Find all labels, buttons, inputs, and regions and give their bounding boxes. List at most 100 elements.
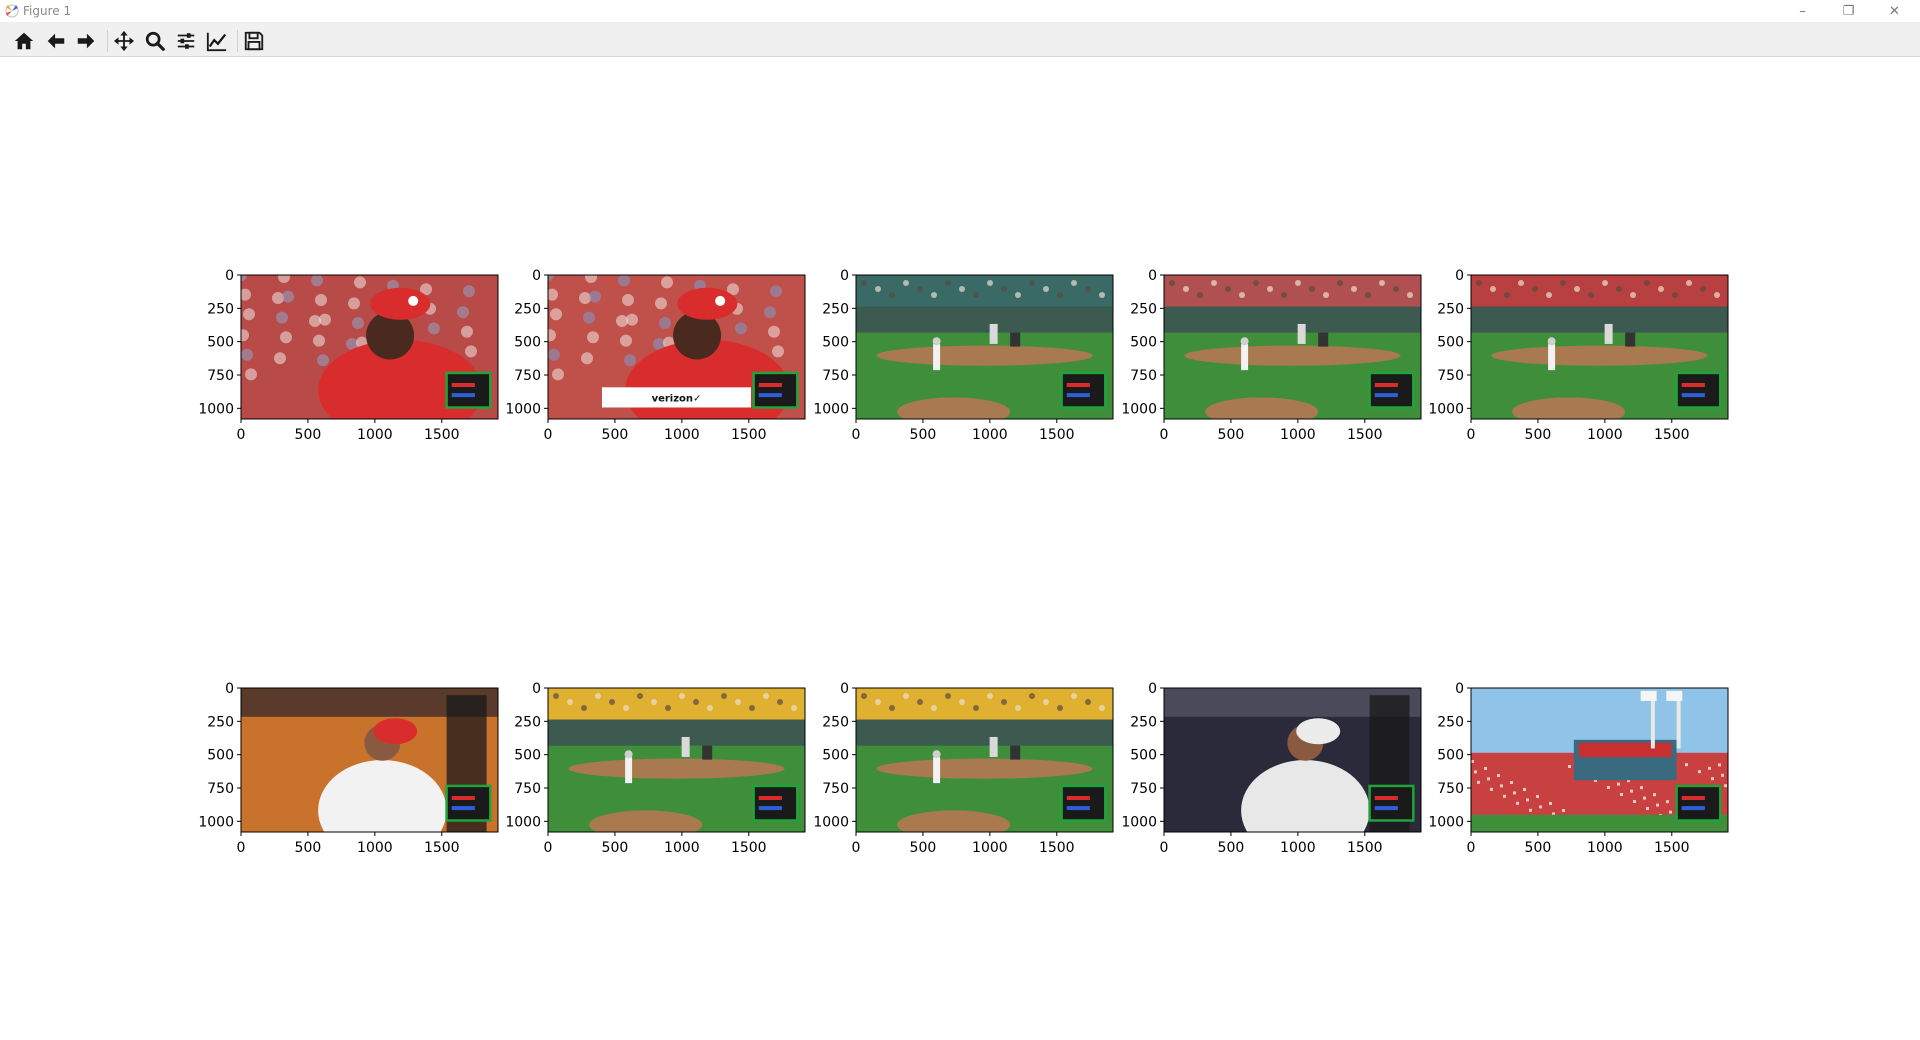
save-button[interactable] (241, 28, 267, 54)
y-tick-label: 250 (1437, 301, 1464, 317)
score-bug-box (1368, 784, 1415, 822)
score-bug-box (752, 784, 799, 822)
y-tick-label: 0 (840, 268, 849, 284)
x-tick-label: 1000 (1280, 840, 1316, 856)
y-tick-label: 750 (1437, 781, 1464, 797)
x-tick-label: 1500 (1347, 840, 1383, 856)
x-tick-label: 1000 (972, 427, 1008, 443)
y-tick-label: 0 (840, 681, 849, 697)
x-tick-label: 0 (237, 840, 246, 856)
y-tick-label: 1000 (1428, 401, 1464, 417)
score-bug-box (1675, 371, 1722, 409)
frame-image (548, 688, 805, 832)
y-tick-label: 0 (225, 268, 234, 284)
forward-button[interactable] (73, 28, 99, 54)
y-tick-label: 250 (1130, 301, 1157, 317)
x-tick-label: 1500 (1654, 840, 1690, 856)
frame-image (1164, 275, 1421, 419)
score-bug-box (1060, 371, 1107, 409)
x-tick-label: 0 (1467, 840, 1476, 856)
y-tick-label: 750 (822, 368, 849, 384)
y-tick-label: 750 (1437, 368, 1464, 384)
image-axes-2[interactable]: verizon✓025050075010000 500 1000 1500 (505, 268, 806, 443)
frame-image (1164, 688, 1421, 832)
frame-image (1471, 688, 1728, 832)
frame-image (856, 275, 1113, 419)
sliders-icon (177, 33, 195, 49)
x-tick-label: 0 (852, 840, 861, 856)
image-axes-7[interactable]: 025050075010000 500 1000 1500 (505, 681, 806, 856)
matplotlib-logo-icon (5, 4, 19, 18)
image-axes-4[interactable]: 025050075010000 500 1000 1500 (1121, 268, 1422, 443)
image-axes-5[interactable]: 025050075010000 500 1000 1500 (1428, 268, 1729, 443)
minimize-button[interactable]: – (1780, 0, 1825, 22)
image-axes-9[interactable]: 025050075010000 500 1000 1500 (1121, 681, 1422, 861)
x-tick-label: 1000 (1587, 840, 1623, 856)
image-axes-8[interactable]: 025050075010000 500 1000 1500 (813, 681, 1114, 856)
y-tick-label: 750 (207, 368, 234, 384)
y-tick-label: 250 (822, 301, 849, 317)
image-axes-6[interactable]: 025050075010000 500 1000 1500 (198, 681, 499, 861)
x-tick-label: 500 (910, 427, 937, 443)
x-tick-label: 0 (852, 427, 861, 443)
y-tick-label: 1000 (813, 401, 849, 417)
zoom-button[interactable] (142, 28, 168, 54)
configure-subplots-button[interactable] (173, 28, 199, 54)
close-button[interactable]: ✕ (1872, 0, 1917, 22)
y-tick-label: 250 (207, 714, 234, 730)
x-tick-label: 0 (1467, 427, 1476, 443)
y-tick-label: 0 (225, 681, 234, 697)
subplot-grid: 025050075010000 500 1000 1500verizon✓025050… (198, 268, 1729, 861)
x-tick-label: 1500 (424, 427, 460, 443)
x-tick-label: 0 (1160, 427, 1169, 443)
x-tick-label: 1000 (357, 840, 393, 856)
back-button[interactable] (43, 28, 69, 54)
image-axes-1[interactable]: 025050075010000 500 1000 1500 (198, 268, 499, 443)
frame-image: verizon✓ (548, 275, 805, 419)
ad-banner-text: verizon✓ (652, 394, 702, 405)
image-axes-3[interactable]: 025050075010000 500 1000 1500 (813, 268, 1114, 443)
y-tick-label: 500 (1437, 748, 1464, 764)
toolbar-separator (237, 30, 238, 52)
y-tick-label: 500 (822, 335, 849, 351)
y-tick-label: 1000 (505, 401, 541, 417)
y-tick-label: 0 (532, 268, 541, 284)
x-tick-label: 1000 (972, 840, 1008, 856)
y-tick-label: 750 (514, 781, 541, 797)
back-arrow-icon (47, 33, 65, 49)
y-tick-label: 1000 (198, 401, 234, 417)
x-tick-label: 1000 (664, 427, 700, 443)
x-tick-label: 0 (544, 427, 553, 443)
home-button[interactable] (11, 28, 37, 54)
y-tick-label: 250 (1437, 714, 1464, 730)
image-axes-10[interactable]: 025050075010000 500 1000 1500 (1428, 681, 1729, 856)
edit-axes-button[interactable] (204, 28, 230, 54)
y-tick-label: 250 (1130, 714, 1157, 730)
floppy-disk-icon (244, 31, 264, 51)
score-bug-box (1368, 371, 1415, 409)
y-tick-label: 500 (514, 335, 541, 351)
x-tick-label: 1000 (664, 840, 700, 856)
y-tick-label: 0 (1455, 268, 1464, 284)
frame-image (856, 688, 1113, 832)
y-tick-label: 500 (514, 748, 541, 764)
maximize-button[interactable]: ❐ (1826, 0, 1871, 22)
frame-image (241, 688, 498, 832)
y-tick-label: 250 (514, 301, 541, 317)
x-tick-label: 1500 (731, 427, 767, 443)
figure-canvas[interactable]: 0 250 500 750 1000 0 500 1000 1500 verizon✓ 0 250 50… (0, 57, 1920, 1040)
x-tick-label: 500 (602, 840, 629, 856)
line-chart-icon (206, 32, 227, 52)
y-tick-label: 500 (1130, 335, 1157, 351)
x-tick-label: 0 (544, 840, 553, 856)
x-tick-label: 1500 (1347, 427, 1383, 443)
y-tick-label: 1000 (505, 814, 541, 830)
y-tick-label: 750 (1130, 368, 1157, 384)
y-tick-label: 500 (207, 335, 234, 351)
score-bug-box (1675, 784, 1722, 822)
pan-button[interactable] (111, 28, 137, 54)
y-tick-label: 500 (1130, 748, 1157, 764)
score-bug-box (445, 784, 492, 822)
x-tick-label: 500 (295, 427, 322, 443)
y-tick-label: 1000 (1121, 401, 1157, 417)
